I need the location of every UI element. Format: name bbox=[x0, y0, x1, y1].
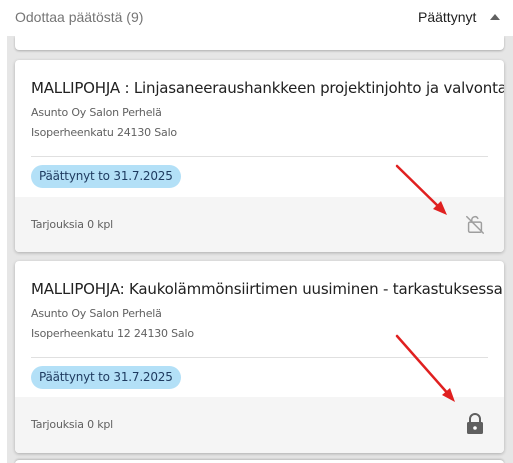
list-header-title: Odottaa päätöstä (9) bbox=[15, 9, 144, 25]
status-chip: Päättynyt to 31.7.2025 bbox=[31, 165, 181, 188]
status-filter-dropdown[interactable]: Päättynyt bbox=[418, 9, 501, 25]
company-name: Asunto Oy Salon Perhelä bbox=[31, 106, 162, 119]
card-footer: Tarjouksia 0 kpl bbox=[15, 397, 504, 453]
lock-icon[interactable] bbox=[465, 413, 485, 435]
project-card[interactable]: MALLIPOHJA: Kaukolämmönsiirtimen uusimin… bbox=[15, 261, 504, 453]
status-filter-label: Päättynyt bbox=[418, 9, 477, 25]
card-footer: Tarjouksia 0 kpl bbox=[15, 197, 504, 252]
project-address: Isoperheenkatu 24130 Salo bbox=[31, 126, 177, 139]
project-card[interactable]: MALLIPOHJA : Linjasaneeraushankkeen proj… bbox=[15, 60, 504, 252]
company-name: Asunto Oy Salon Perhelä bbox=[31, 307, 162, 320]
offers-count: Tarjouksia 0 kpl bbox=[31, 218, 114, 231]
status-chip: Päättynyt to 31.7.2025 bbox=[31, 366, 181, 389]
offers-count: Tarjouksia 0 kpl bbox=[31, 418, 114, 431]
caret-up-icon bbox=[490, 14, 501, 20]
lock-open-disabled-icon[interactable] bbox=[464, 213, 486, 235]
project-title[interactable]: MALLIPOHJA: Kaukolämmönsiirtimen uusimin… bbox=[31, 280, 503, 298]
list-header: Odottaa päätöstä (9) Päättynyt bbox=[0, 0, 513, 36]
previous-card-bottom bbox=[15, 36, 504, 50]
project-title[interactable]: MALLIPOHJA : Linjasaneeraushankkeen proj… bbox=[31, 79, 504, 97]
card-divider bbox=[31, 156, 488, 157]
project-address: Isoperheenkatu 12 24130 Salo bbox=[31, 327, 194, 340]
project-list[interactable]: MALLIPOHJA : Linjasaneeraushankkeen proj… bbox=[7, 36, 513, 463]
card-divider bbox=[31, 357, 488, 358]
